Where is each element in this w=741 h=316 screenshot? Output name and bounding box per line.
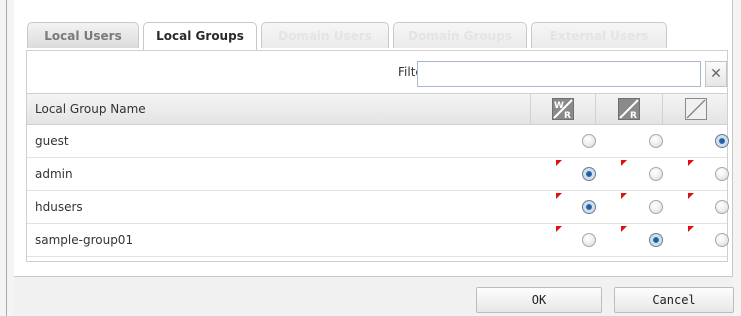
column-header-name: Local Group Name [35,102,146,116]
radio-read-only[interactable] [649,200,663,214]
table-row: hdusers [27,191,729,224]
filter-input[interactable] [417,61,701,87]
radio-no-access[interactable] [715,134,729,148]
group-name: admin [35,167,73,181]
radio-read-only[interactable] [649,134,663,148]
radio-read-write[interactable] [582,233,596,247]
read-only-icon: R [618,98,640,120]
column-header-no-access [662,94,728,124]
changed-marker [556,160,562,166]
table-row: admin [27,158,729,191]
table-row: sample-group01 [27,224,729,257]
ok-button[interactable]: OK [476,287,602,313]
tab-local-groups[interactable]: Local Groups [143,22,257,50]
changed-marker [621,226,627,232]
changed-marker [621,160,627,166]
changed-marker [688,160,694,166]
permissions-table: Filter: ✕ Local Group Name W R R guest a… [26,50,729,262]
radio-read-write[interactable] [582,134,596,148]
svg-text:W: W [554,101,564,111]
group-name: guest [35,134,69,148]
radio-read-write[interactable] [582,200,596,214]
column-header-read-write: W R [530,94,595,124]
radio-no-access[interactable] [715,233,729,247]
tab-domain-groups: Domain Groups [393,22,527,48]
close-icon[interactable]: ✕ [705,61,727,87]
group-name: sample-group01 [35,233,134,247]
svg-text:R: R [564,111,571,120]
tab-domain-users: Domain Users [261,22,389,48]
read-write-icon: W R [552,98,574,120]
column-header-read-only: R [595,94,662,124]
table-row: guest [27,125,729,158]
changed-marker [556,226,562,232]
radio-no-access[interactable] [715,200,729,214]
tab-local-users[interactable]: Local Users [27,22,139,48]
table-header: Local Group Name W R R [27,94,727,125]
svg-text:R: R [630,111,637,120]
radio-no-access[interactable] [715,167,729,181]
radio-read-only[interactable] [649,167,663,181]
group-name: hdusers [35,200,83,214]
cancel-button[interactable]: Cancel [614,287,734,313]
radio-read-only[interactable] [649,233,663,247]
no-access-icon [685,98,707,120]
changed-marker [688,193,694,199]
changed-marker [688,226,694,232]
tab-external-users: External Users [531,22,667,48]
radio-read-write[interactable] [582,167,596,181]
filter-bar: Filter: ✕ [27,51,727,94]
changed-marker [621,193,627,199]
window-frame-edge [6,0,7,316]
changed-marker [556,193,562,199]
